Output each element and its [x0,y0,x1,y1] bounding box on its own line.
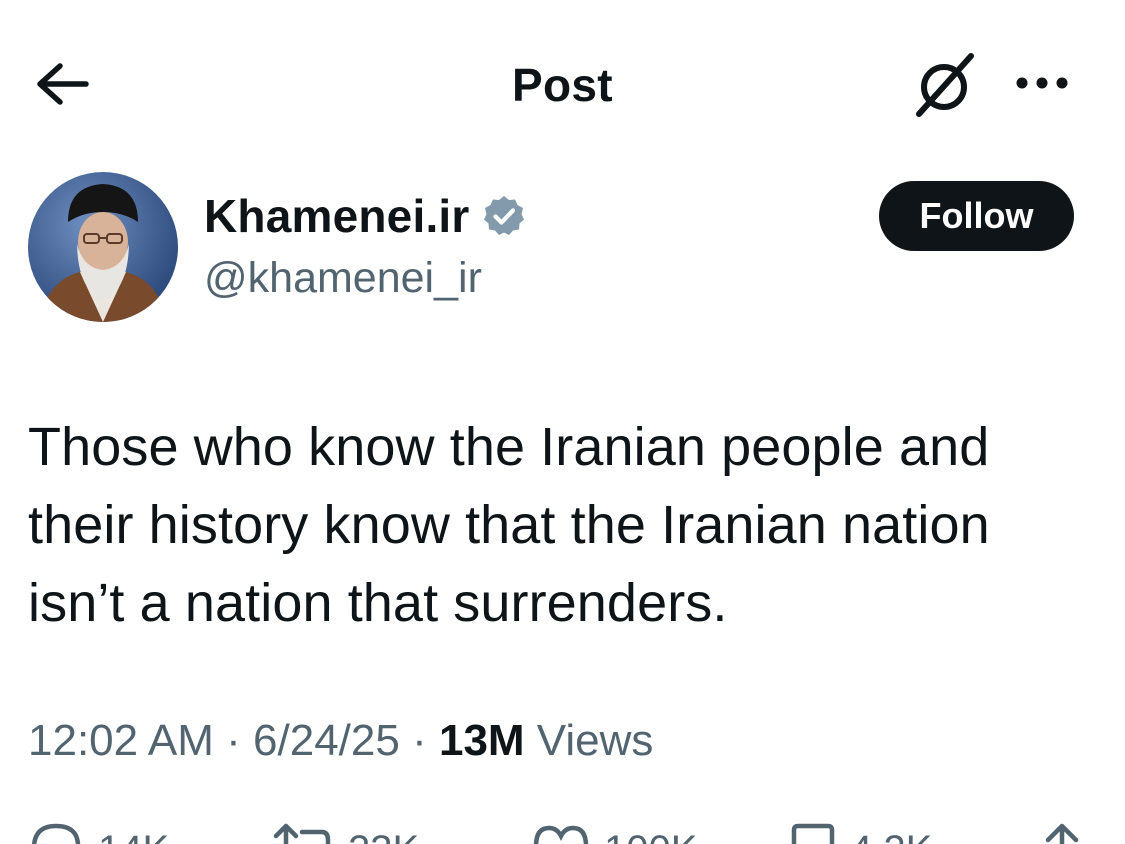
more-options-button[interactable] [1006,58,1078,108]
repost-icon [273,823,331,844]
avatar[interactable] [28,172,178,322]
share-icon [1045,823,1079,844]
heart-icon [533,825,589,844]
views-count[interactable]: 13M [439,716,525,765]
repost-count: 23K [348,830,419,844]
meta-separator: · [412,716,427,765]
post-detail-screen: Post Khamenei.ir @khamenei_ir Follow Tho… [0,0,1125,844]
post-meta: 12:02 AM · 6/24/25 · 13M Views [28,716,653,766]
share-button[interactable] [1040,820,1084,844]
user-handle[interactable]: @khamenei_ir [204,254,482,303]
grok-icon [916,53,974,117]
follow-button[interactable]: Follow [879,181,1074,251]
profile-photo [28,172,178,322]
like-count: 100K [604,830,697,844]
reply-icon [32,823,81,844]
more-horizontal-icon [1016,77,1068,89]
post-text: Those who know the Iranian people and th… [28,417,990,633]
bookmark-count: 4.2K [850,830,932,844]
display-name-row: Khamenei.ir [204,188,526,244]
reply-count: 14K [98,830,169,844]
meta-separator: · [226,716,241,765]
display-name[interactable]: Khamenei.ir [204,189,470,243]
grok-button[interactable] [906,50,982,120]
like-button[interactable]: 100K [532,820,697,844]
bookmark-button[interactable]: 4.2K [790,820,932,844]
reply-button[interactable]: 14K [28,820,169,844]
top-bar: Post [0,0,1125,170]
post-time[interactable]: 12:02 AM [28,716,214,765]
verified-badge-icon[interactable] [482,194,526,238]
post-date[interactable]: 6/24/25 [253,716,400,765]
repost-button[interactable]: 23K [272,820,419,844]
views-label[interactable]: Views [537,716,654,765]
bookmark-icon [791,823,835,844]
action-bar: 14K 23K 100K 4.2K [0,820,1125,844]
